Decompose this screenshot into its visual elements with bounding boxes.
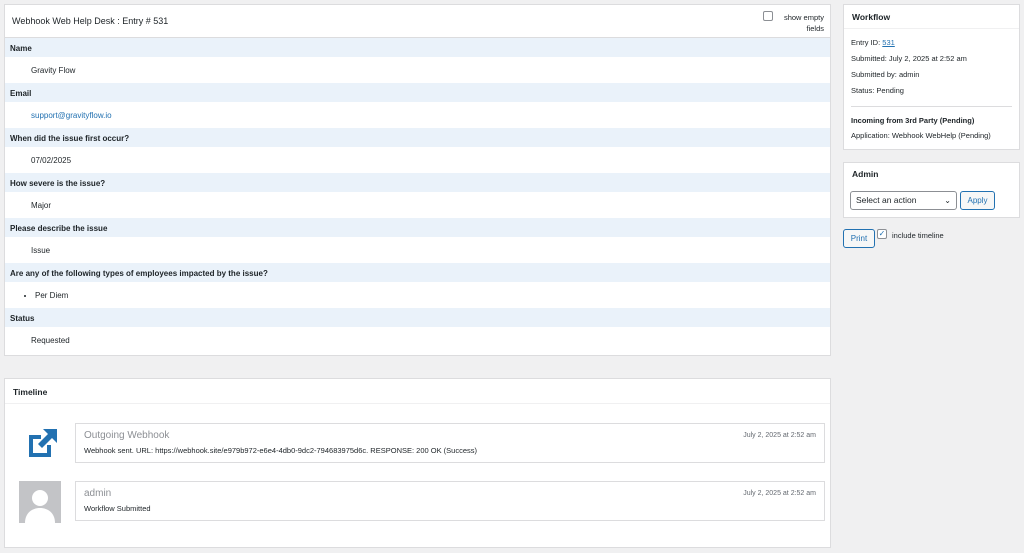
timeline-item-webhook: Outgoing Webhook July 2, 2025 at 2:52 am… xyxy=(19,423,825,463)
show-empty-fields-checkbox[interactable] xyxy=(763,11,773,21)
avatar-placeholder-icon xyxy=(19,481,61,523)
apply-button[interactable]: Apply xyxy=(960,191,995,210)
entry-id-link[interactable]: 531 xyxy=(882,38,895,47)
admin-box: Admin Select an action ⌄ Apply xyxy=(843,162,1020,218)
workflow-status: Status: Pending xyxy=(851,86,904,95)
employees-list: Per Diem xyxy=(27,283,830,308)
field-label-email: Email xyxy=(5,83,830,103)
workflow-box: Workflow Entry ID: 531 Submitted: July 2… xyxy=(843,4,1020,150)
workflow-submitted-by: Submitted by: admin xyxy=(851,70,920,79)
timeline-title: Timeline xyxy=(5,379,830,404)
email-link[interactable]: support@gravityflow.io xyxy=(31,111,112,120)
field-label-severity: How severe is the issue? xyxy=(5,173,830,193)
field-label-employees: Are any of the following types of employ… xyxy=(5,263,830,283)
field-label-name: Name xyxy=(5,38,830,58)
divider xyxy=(851,106,1012,107)
field-value-name: Gravity Flow xyxy=(31,66,76,75)
field-label-first-occur: When did the issue first occur? xyxy=(5,128,830,148)
entry-header: Webhook Web Help Desk : Entry # 531 show… xyxy=(5,5,830,38)
admin-title: Admin xyxy=(852,169,879,179)
entry-title: Webhook Web Help Desk : Entry # 531 xyxy=(12,16,169,26)
workflow-submitted: Submitted: July 2, 2025 at 2:52 am xyxy=(851,54,967,63)
chevron-down-icon: ⌄ xyxy=(944,196,951,205)
timeline-card: Outgoing Webhook July 2, 2025 at 2:52 am… xyxy=(75,423,825,463)
action-select[interactable]: Select an action ⌄ xyxy=(850,191,957,210)
timeline-message: Webhook sent. URL: https://webhook.site/… xyxy=(84,446,478,455)
field-value-description: Issue xyxy=(31,246,51,255)
field-label-status: Status xyxy=(5,308,830,328)
workflow-step-title: Incoming from 3rd Party (Pending) xyxy=(851,116,975,125)
entry-panel: Webhook Web Help Desk : Entry # 531 show… xyxy=(4,4,831,356)
workflow-entry-id: Entry ID: 531 xyxy=(851,38,895,47)
list-item: Per Diem xyxy=(35,283,830,308)
field-value-first-occur: 07/02/2025 xyxy=(31,156,72,165)
timeline-timestamp: July 2, 2025 at 2:52 am xyxy=(743,490,816,497)
field-value-email: support@gravityflow.io xyxy=(5,103,830,128)
timeline-author: admin xyxy=(84,488,112,499)
workflow-application: Application: Webhook WebHelp (Pending) xyxy=(851,131,991,140)
external-link-icon xyxy=(25,425,61,461)
field-label-description: Please describe the issue xyxy=(5,218,830,238)
timeline-timestamp: July 2, 2025 at 2:52 am xyxy=(743,432,816,439)
field-value-status: Requested xyxy=(31,336,70,345)
field-value-employees: Per Diem xyxy=(5,283,830,308)
field-value-severity: Major xyxy=(31,201,52,210)
timeline-message: Workflow Submitted xyxy=(84,504,151,513)
show-empty-fields-label[interactable]: show empty fields xyxy=(774,12,824,34)
action-select-value: Select an action xyxy=(856,195,917,205)
timeline-author: Outgoing Webhook xyxy=(84,430,170,441)
entry-id-label: Entry ID: xyxy=(851,38,881,47)
print-button[interactable]: Print xyxy=(843,229,875,248)
timeline-panel: Timeline Outgoing Webhook July 2, 2025 a… xyxy=(4,378,831,548)
timeline-item-admin: admin July 2, 2025 at 2:52 am Workflow S… xyxy=(19,481,825,523)
workflow-title: Workflow xyxy=(844,5,1019,29)
include-timeline-label[interactable]: include timeline xyxy=(892,231,944,240)
include-timeline-checkbox[interactable]: ✓ xyxy=(877,229,887,239)
timeline-card: admin July 2, 2025 at 2:52 am Workflow S… xyxy=(75,481,825,521)
